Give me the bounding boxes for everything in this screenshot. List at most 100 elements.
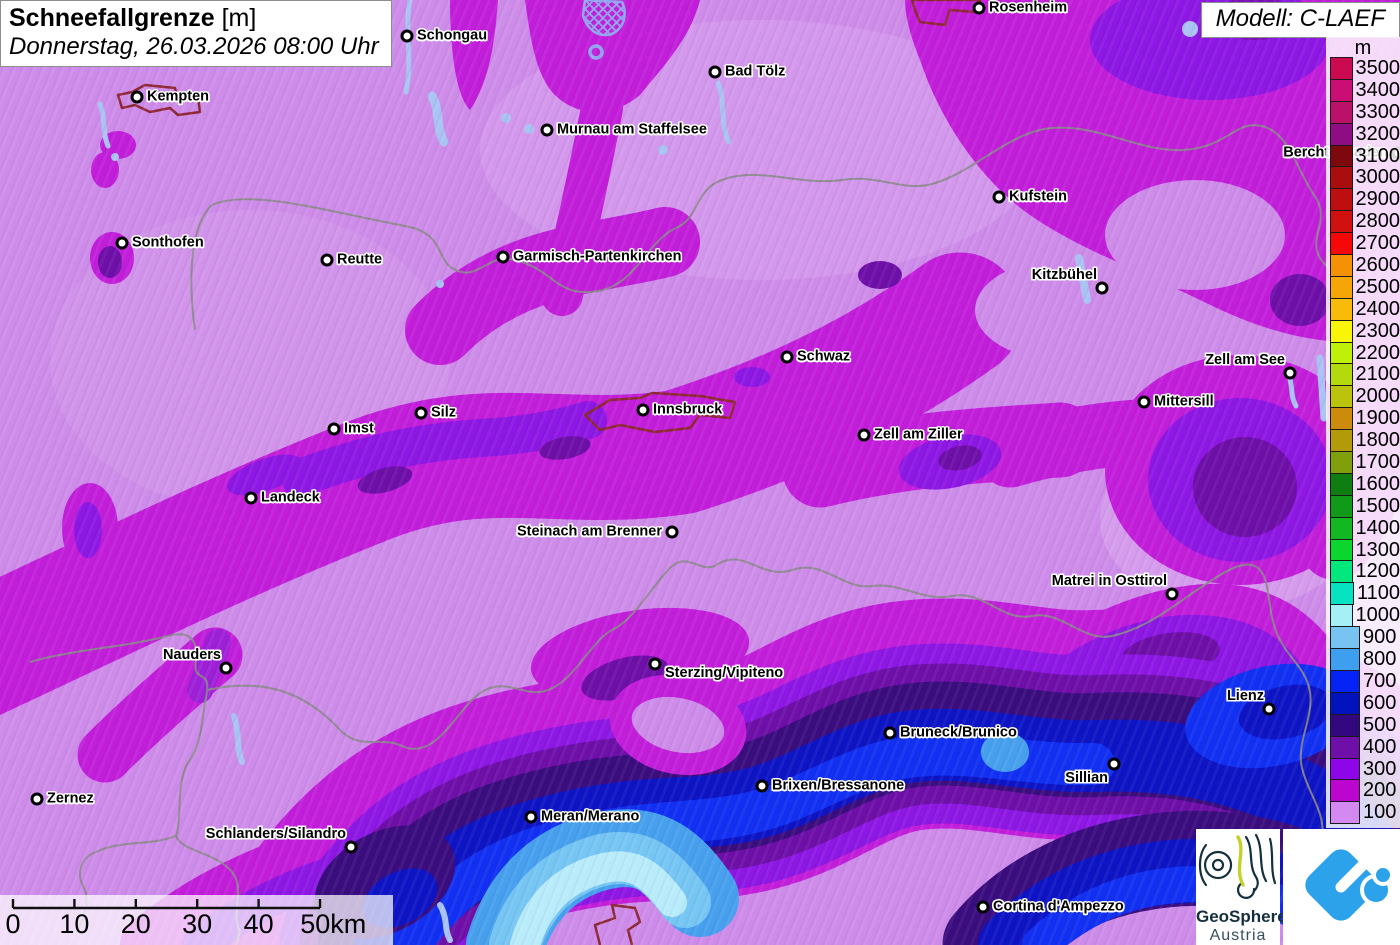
legend-entry: 2700 <box>1330 232 1400 256</box>
legend-value: 3300 <box>1355 100 1400 123</box>
city-label: Cortina d'Ampezzo <box>993 898 1124 915</box>
city-label: Kempten <box>147 88 210 105</box>
city-label: Kufstein <box>1009 188 1067 205</box>
legend-entry: 700 <box>1330 669 1400 693</box>
geosphere-name: GeoSphere <box>1196 907 1287 926</box>
city-label: Rosenheim <box>989 0 1068 16</box>
legend-value: 3100 <box>1355 144 1400 167</box>
city-marker <box>972 1 986 15</box>
city-label: Sillian <box>1065 770 1108 786</box>
legend-swatch <box>1330 144 1353 168</box>
legend-entry: 300 <box>1330 757 1400 781</box>
partner-logo <box>1283 829 1400 945</box>
legend-value: 800 <box>1363 648 1397 671</box>
legend-swatch <box>1330 757 1360 781</box>
legend-value: 100 <box>1363 801 1397 824</box>
legend-value: 3000 <box>1355 166 1400 189</box>
city-marker <box>755 779 769 793</box>
city-marker <box>219 661 233 675</box>
city-marker <box>1107 757 1121 771</box>
legend-swatch <box>1330 363 1353 387</box>
city-label: Garmisch-Partenkirchen <box>513 248 682 265</box>
legend: m 3500 3400 3300 3200 3100 3000 2900 2800 2700 26… <box>1326 37 1400 828</box>
legend-swatch <box>1330 166 1353 190</box>
geosphere-country: Austria <box>1209 927 1267 944</box>
legend-value: 2700 <box>1355 232 1400 255</box>
city-marker <box>976 900 990 914</box>
legend-entry: 1700 <box>1330 451 1400 474</box>
legend-entry: 2600 <box>1330 254 1400 277</box>
legend-swatch <box>1330 669 1360 693</box>
legend-swatch <box>1330 451 1353 474</box>
city-marker <box>130 90 144 104</box>
legend-entry: 2800 <box>1330 210 1400 234</box>
city-marker <box>857 428 871 442</box>
legend-swatch <box>1330 297 1353 321</box>
legend-swatch <box>1330 472 1353 496</box>
legend-value: 2500 <box>1355 275 1400 298</box>
city-marker <box>496 250 510 264</box>
city-label: Reutte <box>337 251 383 268</box>
city-layer: Schongau Rosenheim Bad Tölz Kempten Murnau a… <box>0 0 1400 945</box>
mountain-cloud-icon <box>1305 849 1394 921</box>
city-marker <box>320 253 334 267</box>
legend-entry: 3500 <box>1330 57 1400 80</box>
legend-value: 3500 <box>1355 57 1400 79</box>
city-marker <box>708 65 722 79</box>
legend-entry: 3400 <box>1330 78 1400 102</box>
legend-entry: 500 <box>1330 713 1400 737</box>
city-label: Landeck <box>261 489 320 506</box>
legend-entry: 2400 <box>1330 297 1400 321</box>
legend-value: 1600 <box>1355 472 1400 495</box>
city-label: Schongau <box>417 27 488 44</box>
legend-entry: 200 <box>1330 779 1400 803</box>
legend-value: 400 <box>1363 735 1397 758</box>
legend-entry: 400 <box>1330 735 1400 759</box>
city-marker <box>1137 395 1151 409</box>
scalebar-label: 10 <box>59 909 90 939</box>
city-marker <box>636 403 650 417</box>
legend-value: 3400 <box>1355 78 1400 101</box>
legend-swatch <box>1330 494 1353 518</box>
city-label: Lienz <box>1226 688 1264 704</box>
city-marker <box>665 525 679 539</box>
legend-entry: 600 <box>1330 691 1400 715</box>
legend-value: 2200 <box>1355 341 1400 364</box>
city-marker <box>344 840 358 854</box>
legend-entry: 3200 <box>1330 122 1400 146</box>
legend-value: 1100 <box>1356 582 1400 605</box>
legend-swatch <box>1330 319 1353 343</box>
legend-value: 2800 <box>1355 210 1400 233</box>
legend-value: 3200 <box>1355 122 1400 145</box>
legend-swatch <box>1330 407 1353 431</box>
city-label: Bad Tölz <box>725 63 786 80</box>
legend-entry: 1400 <box>1330 516 1400 540</box>
legend-entry: 1000 <box>1330 604 1400 628</box>
legend-swatch <box>1330 188 1353 212</box>
geosphere-logo: GeoSphere Austria <box>1196 829 1287 945</box>
city-label: Innsbruck <box>653 401 723 418</box>
legend-entry: 1200 <box>1330 560 1400 584</box>
legend-entry: 3100 <box>1330 144 1400 168</box>
city-marker <box>1283 366 1297 380</box>
scalebar-label: 30 <box>182 909 213 939</box>
legend-value: 1800 <box>1355 429 1400 452</box>
legend-swatch <box>1330 341 1353 365</box>
legend-swatch <box>1330 275 1353 299</box>
legend-swatch <box>1330 385 1353 409</box>
legend-entry: 1800 <box>1330 429 1400 453</box>
legend-unit-label: m <box>1354 37 1372 59</box>
city-label: Steinach am Brenner <box>516 523 662 540</box>
legend-value: 1300 <box>1355 538 1400 561</box>
scalebar-label: 40 <box>243 909 274 939</box>
legend-swatch <box>1330 210 1353 234</box>
city-marker <box>115 236 129 250</box>
legend-swatch <box>1330 122 1353 146</box>
city-marker <box>780 350 794 364</box>
legend-value: 1700 <box>1355 451 1400 474</box>
title-box: Schneefallgrenze [m] Donnerstag, 26.03.2… <box>0 0 392 67</box>
legend-swatch <box>1330 648 1360 671</box>
legend-value: 2400 <box>1355 297 1400 320</box>
city-label: Murnau am Staffelsee <box>557 121 707 138</box>
legend-scale: 3500 3400 3300 3200 3100 3000 2900 2800 2700 2600… <box>1330 57 1400 825</box>
